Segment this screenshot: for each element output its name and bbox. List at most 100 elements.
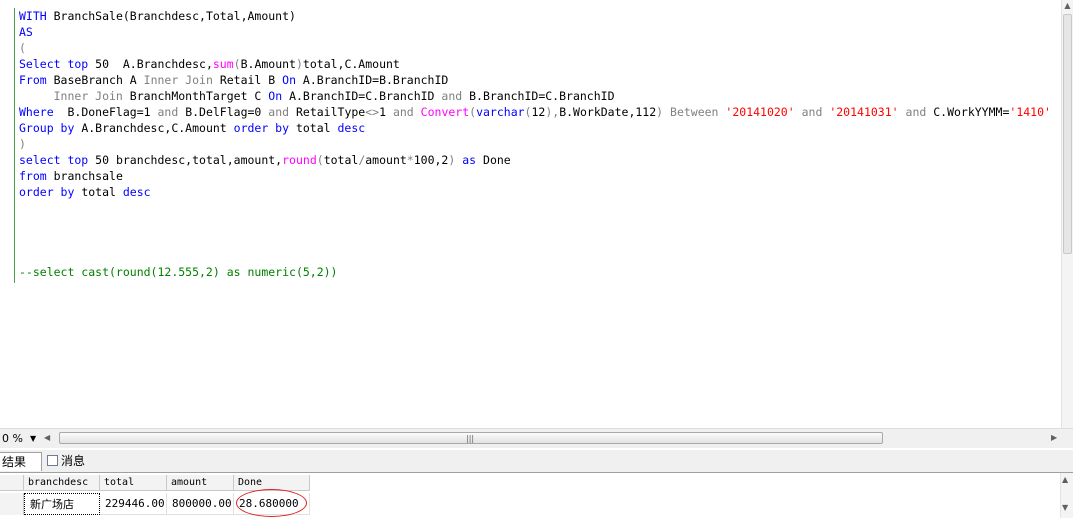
- tab-messages[interactable]: 消息: [45, 452, 101, 471]
- code-token: total: [289, 121, 338, 135]
- code-token: B.Amount: [240, 57, 296, 71]
- code-line: select top 50 branchdesc,total,amount,ro…: [19, 152, 511, 168]
- messages-icon: [47, 455, 58, 466]
- code-token: select top: [19, 153, 89, 167]
- column-header-branchdesc[interactable]: branchdesc: [24, 475, 100, 491]
- grid-vertical-scrollbar[interactable]: ▲ ▼: [1060, 473, 1073, 518]
- zoom-level: 0 %: [2, 432, 23, 445]
- grip-icon: |||: [466, 434, 475, 443]
- code-token: and: [268, 105, 290, 119]
- column-header-total[interactable]: total: [100, 475, 167, 491]
- code-token: 50 A.Branchdesc,: [88, 57, 213, 71]
- code-token: (: [19, 41, 26, 55]
- code-token: ): [19, 137, 26, 151]
- code-line: order by total desc: [19, 184, 151, 200]
- code-token: 1: [379, 105, 393, 119]
- scroll-down-arrow-icon[interactable]: ▼: [1062, 503, 1068, 512]
- code-token: A.BranchID=B.BranchID: [296, 73, 449, 87]
- code-token: WITH: [19, 9, 47, 23]
- code-line: AS: [19, 24, 33, 40]
- code-token: and: [441, 89, 463, 103]
- code-token: A.BranchID=C.BranchID: [282, 89, 442, 103]
- code-token: Select top: [19, 57, 89, 71]
- code-line: (: [19, 40, 26, 56]
- code-token: RetailType: [289, 105, 366, 119]
- code-token: A.Branchdesc,C.Amount: [74, 121, 234, 135]
- code-token: 12: [531, 105, 546, 119]
- code-token: *: [406, 153, 414, 167]
- code-token: total: [74, 185, 123, 199]
- code-token: On: [268, 89, 283, 103]
- code-token: Retail B: [212, 73, 283, 87]
- code-line: Where B.DoneFlag=1 and B.DelFlag=0 and R…: [19, 104, 1051, 120]
- editor-status-bar: 0 % ▼ ◀ ||| ▶: [0, 428, 1073, 448]
- tab-results-label: 结果: [2, 455, 27, 469]
- results-tab-strip: 结果 消息: [0, 450, 1073, 473]
- cell-total[interactable]: 229446.00: [100, 493, 167, 515]
- code-token: B.BranchID=C.BranchID: [462, 89, 615, 103]
- code-token: BranchSale(Branchdesc,Total,Amount): [46, 9, 296, 23]
- results-grid: branchdesc total amount Done 新广场店 229446…: [0, 473, 1060, 518]
- scroll-right-arrow-icon[interactable]: ▶: [1051, 432, 1061, 444]
- code-token: desc: [122, 185, 151, 199]
- cell-branchdesc[interactable]: 新广场店: [24, 493, 100, 515]
- code-line: Group by A.Branchdesc,C.Amount order by …: [19, 120, 365, 136]
- code-token: amount: [365, 153, 407, 167]
- code-token: and: [392, 105, 414, 119]
- code-line: WITH BranchSale(Branchdesc,Total,Amount): [19, 8, 296, 24]
- code-token: (: [316, 153, 324, 167]
- code-token: total,C.Amount: [302, 57, 400, 71]
- code-token: Inner Join: [53, 89, 123, 103]
- code-line: ): [19, 136, 26, 152]
- code-token: 50 branchdesc,total,amount,: [88, 153, 283, 167]
- code-line: Select top 50 A.Branchdesc,sum(B.Amount)…: [19, 56, 400, 72]
- editor-horizontal-scrollbar[interactable]: |||: [57, 431, 1047, 445]
- vertical-scroll-thumb[interactable]: [1063, 14, 1072, 254]
- editor-vertical-scrollbar[interactable]: ▲: [1061, 0, 1073, 428]
- code-token: varchar: [476, 105, 525, 119]
- row-selector[interactable]: [0, 493, 24, 515]
- highlight-circle: [236, 489, 307, 517]
- scroll-left-arrow-icon[interactable]: ◀: [44, 432, 54, 444]
- code-token: BranchMonthTarget C: [122, 89, 269, 103]
- code-token: branchsale: [46, 169, 123, 183]
- code-token: round: [282, 153, 317, 167]
- code-token: Group by: [19, 121, 75, 135]
- tab-results[interactable]: 结果: [0, 452, 42, 471]
- code-token: --select cast(round(12.555,2) as numeric…: [19, 265, 338, 279]
- code-token: Convert: [420, 105, 470, 119]
- code-token: (: [233, 57, 241, 71]
- scroll-up-arrow-icon[interactable]: ▲: [1062, 0, 1073, 12]
- code-token: desc: [337, 121, 366, 135]
- column-header-amount[interactable]: amount: [167, 475, 234, 491]
- code-token: Inner Join: [143, 73, 213, 87]
- code-token: AS: [19, 25, 33, 39]
- chevron-down-icon: ▼: [30, 434, 37, 443]
- code-token: '20141020': [725, 105, 795, 119]
- horizontal-scroll-thumb[interactable]: |||: [59, 432, 883, 444]
- code-token: ): [295, 57, 303, 71]
- cell-amount[interactable]: 800000.00: [167, 493, 234, 515]
- code-line: from branchsale: [19, 168, 123, 184]
- code-token: ),: [545, 105, 560, 119]
- code-line: Inner Join BranchMonthTarget C On A.Bran…: [19, 88, 615, 104]
- change-tracking-bar: [14, 8, 15, 283]
- scroll-up-arrow-icon[interactable]: ▲: [1062, 475, 1068, 484]
- code-token: '20141031': [829, 105, 899, 119]
- code-token: sum: [212, 57, 234, 71]
- code-token: order by: [233, 121, 290, 135]
- code-token: B.WorkDate,112: [559, 105, 657, 119]
- code-token: B.DoneFlag=1: [53, 105, 158, 119]
- grid-header-corner[interactable]: [0, 475, 24, 491]
- code-token: and: [157, 105, 179, 119]
- code-token: order by: [19, 185, 75, 199]
- code-token: total: [323, 153, 359, 167]
- code-token: from: [19, 169, 47, 183]
- zoom-dropdown[interactable]: 0 % ▼: [0, 431, 40, 446]
- code-token: Between: [670, 105, 719, 119]
- sql-editor[interactable]: WITH BranchSale(Branchdesc,Total,Amount)…: [0, 0, 1061, 428]
